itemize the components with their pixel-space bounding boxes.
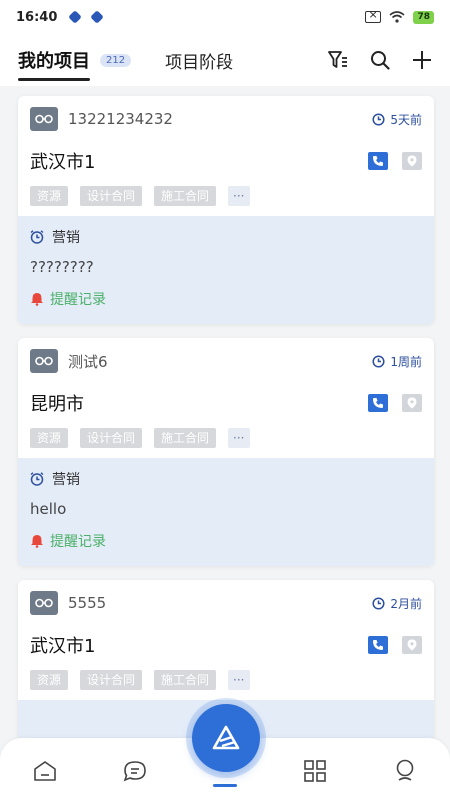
tag: 设计合同	[80, 670, 143, 690]
status-indicators: 78	[365, 8, 434, 24]
phone-icon[interactable]	[368, 636, 388, 654]
no-sim-icon	[365, 8, 382, 23]
avatar	[30, 591, 58, 615]
remind-link[interactable]: 提醒记录	[30, 530, 422, 552]
tab-project-stage[interactable]: 项目阶段	[165, 48, 233, 73]
glasses-icon	[35, 356, 53, 366]
more-tags-button[interactable]: ···	[228, 670, 250, 690]
glasses-icon	[35, 114, 53, 124]
nav-message-icon[interactable]	[115, 751, 155, 791]
account-name: 测试6	[68, 352, 108, 371]
tag: 设计合同	[80, 428, 143, 448]
update-time: 2月前	[372, 595, 422, 612]
location-icon[interactable]	[402, 394, 422, 412]
project-card[interactable]: 测试6 1周前 昆明市 资源 设计合同 施工合同 ··· 营销 hello 提醒…	[18, 338, 434, 566]
clock-icon	[372, 112, 385, 126]
tag-list: 资源 设计合同 施工合同 ···	[30, 186, 422, 206]
update-time: 1周前	[372, 353, 422, 370]
location-icon[interactable]	[402, 636, 422, 654]
project-count-badge: 212	[100, 53, 132, 67]
time-text: 5天前	[390, 112, 422, 127]
tag: 施工合同	[154, 428, 217, 448]
follow-type: 营销	[52, 472, 80, 488]
phone-icon[interactable]	[368, 152, 388, 170]
avatar	[30, 107, 58, 131]
account-name: 13221234232	[68, 110, 173, 128]
location-icon[interactable]	[402, 152, 422, 170]
clock-icon	[372, 354, 385, 368]
tag: 设计合同	[80, 186, 143, 206]
time-text: 1周前	[390, 354, 422, 369]
app-notification-icon	[68, 10, 83, 24]
more-tags-button[interactable]: ···	[228, 428, 250, 448]
filter-icon[interactable]	[328, 50, 348, 70]
project-list: 13221234232 5天前 武汉市1 资源 设计合同 施工合同 ··· 营销…	[18, 96, 434, 754]
tag: 施工合同	[154, 186, 217, 206]
nav-home-icon[interactable]	[25, 751, 65, 791]
search-icon[interactable]	[370, 50, 390, 70]
avatar	[30, 349, 58, 373]
nav-active-indicator	[213, 784, 237, 787]
tag: 资源	[30, 428, 69, 448]
battery-indicator: 78	[413, 10, 434, 24]
alarm-icon	[30, 472, 44, 486]
phone-icon[interactable]	[368, 394, 388, 412]
time-text: 2月前	[390, 596, 422, 611]
clock-icon	[372, 596, 385, 610]
card-header: 5555 2月前 武汉市1 资源 设计合同 施工合同 ···	[18, 580, 434, 700]
header: 我的项目 212 项目阶段	[0, 34, 450, 86]
account-name: 5555	[68, 594, 107, 612]
card-header: 13221234232 5天前 武汉市1 资源 设计合同 施工合同 ···	[18, 96, 434, 216]
nav-apps-icon[interactable]	[295, 751, 335, 791]
remind-link[interactable]: 提醒记录	[30, 288, 422, 310]
project-title: 昆明市	[30, 394, 84, 415]
center-action-button[interactable]	[192, 704, 260, 772]
header-actions	[328, 50, 432, 70]
alarm-icon	[30, 230, 44, 244]
app-notification-icon-2	[90, 10, 105, 24]
project-title: 武汉市1	[30, 152, 96, 173]
follow-type: 营销	[52, 230, 80, 246]
project-card[interactable]: 13221234232 5天前 武汉市1 资源 设计合同 施工合同 ··· 营销…	[18, 96, 434, 324]
tag: 资源	[30, 670, 69, 690]
follow-content: hello	[30, 500, 67, 518]
tag-list: 资源 设计合同 施工合同 ···	[30, 428, 422, 448]
bell-icon	[31, 535, 43, 548]
tab-my-projects[interactable]: 我的项目	[18, 47, 90, 81]
nav-profile-icon[interactable]	[385, 751, 425, 791]
glasses-icon	[35, 598, 53, 608]
wifi-icon	[389, 11, 405, 23]
more-tags-button[interactable]: ···	[228, 186, 250, 206]
follow-up-section: 营销 ???????? 提醒记录	[18, 216, 434, 324]
status-bar: 16:40 78	[0, 0, 450, 34]
status-time: 16:40	[16, 9, 58, 25]
follow-up-section: 营销 hello 提醒记录	[18, 458, 434, 566]
update-time: 5天前	[372, 111, 422, 128]
tag: 施工合同	[154, 670, 217, 690]
add-icon[interactable]	[412, 50, 432, 70]
project-title: 武汉市1	[30, 636, 96, 657]
bell-icon	[31, 293, 43, 306]
card-header: 测试6 1周前 昆明市 资源 设计合同 施工合同 ···	[18, 338, 434, 458]
tag: 资源	[30, 186, 69, 206]
follow-content: ????????	[30, 258, 94, 276]
remind-text: 提醒记录	[50, 292, 106, 308]
tag-list: 资源 设计合同 施工合同 ···	[30, 670, 422, 690]
logo-icon	[212, 725, 240, 750]
remind-text: 提醒记录	[50, 534, 106, 550]
